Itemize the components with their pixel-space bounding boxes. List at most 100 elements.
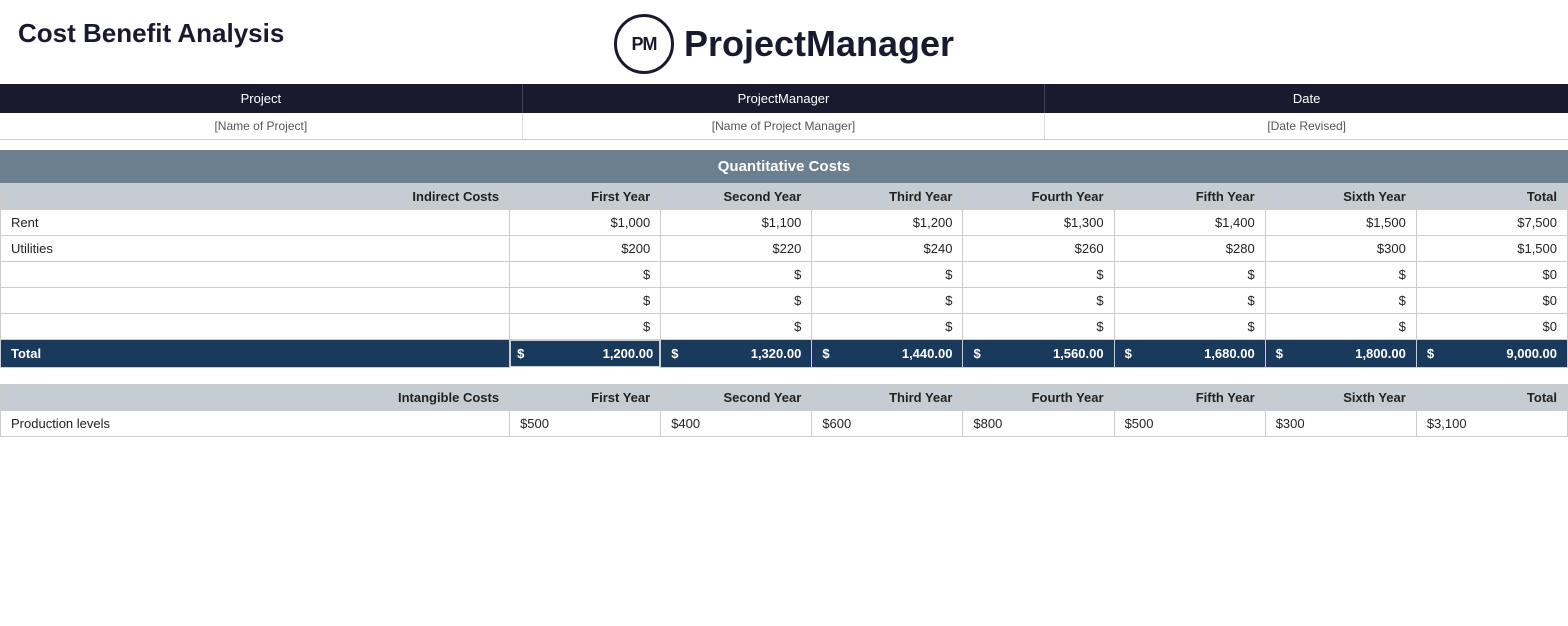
cell-y3: $ (812, 314, 963, 340)
cell-y5: $1,400 (1114, 210, 1265, 236)
col-header-y2: Second Year (661, 184, 812, 210)
total-y4: $1,560.00 (963, 340, 1114, 368)
cell-y2: $ (661, 288, 812, 314)
table-row: Utilities $200 $220 $240 $260 $280 $300 … (1, 236, 1568, 262)
cell-y3: $600 (812, 410, 963, 436)
indirect-costs-header-row: Indirect Costs First Year Second Year Th… (1, 184, 1568, 210)
cell-y4: $ (963, 288, 1114, 314)
indirect-costs-table: Indirect Costs First Year Second Year Th… (0, 183, 1568, 368)
cell-y4: $800 (963, 410, 1114, 436)
total-row: Total $1,200.00 $1,320.00 $1,440.00 $1,5… (1, 340, 1568, 368)
col-header-int-y4: Fourth Year (963, 384, 1114, 410)
cell-y2: $400 (661, 410, 812, 436)
cell-y6: $ (1265, 288, 1416, 314)
row-label (1, 314, 510, 340)
cell-y1: $500 (510, 410, 661, 436)
col-header-int-y1: First Year (510, 384, 661, 410)
total-y6: $1,800.00 (1265, 340, 1416, 368)
cell-y1: $1,000 (510, 210, 661, 236)
col-header-int-y2: Second Year (661, 384, 812, 410)
cell-y1: $ (510, 288, 661, 314)
total-grand: $9,000.00 (1416, 340, 1567, 368)
cell-y1: $200 (510, 236, 661, 262)
row-label (1, 262, 510, 288)
cell-y2: $1,100 (661, 210, 812, 236)
meta-header-project: Project (0, 84, 523, 113)
col-header-y6: Sixth Year (1265, 184, 1416, 210)
col-header-int-y6: Sixth Year (1265, 384, 1416, 410)
cell-y3: $ (812, 262, 963, 288)
cell-y5: $ (1114, 262, 1265, 288)
col-header-total: Total (1416, 184, 1567, 210)
intangible-costs-table: Intangible Costs First Year Second Year … (0, 384, 1568, 437)
total-y5: $1,680.00 (1114, 340, 1265, 368)
cell-y6: $ (1265, 262, 1416, 288)
cell-y6: $300 (1265, 236, 1416, 262)
total-y2: $1,320.00 (661, 340, 812, 368)
row-label: Rent (1, 210, 510, 236)
col-header-int-y3: Third Year (812, 384, 963, 410)
meta-header-date: Date (1045, 84, 1568, 113)
logo-area: PM ProjectManager (614, 14, 954, 74)
cell-y3: $240 (812, 236, 963, 262)
meta-value-date: [Date Revised] (1045, 113, 1568, 139)
cell-total: $0 (1416, 288, 1567, 314)
col-header-intangible: Intangible Costs (1, 384, 510, 410)
cell-y6: $ (1265, 314, 1416, 340)
cell-y1: $ (510, 262, 661, 288)
col-header-y4: Fourth Year (963, 184, 1114, 210)
cell-y4: $1,300 (963, 210, 1114, 236)
total-label: Total (1, 340, 510, 368)
cell-y3: $ (812, 288, 963, 314)
meta-value-pm: [Name of Project Manager] (523, 113, 1046, 139)
cell-y3: $1,200 (812, 210, 963, 236)
row-label (1, 288, 510, 314)
quantitative-costs-section: Quantitative Costs Indirect Costs First … (0, 150, 1568, 368)
col-header-y5: Fifth Year (1114, 184, 1265, 210)
row-label: Utilities (1, 236, 510, 262)
cell-total: $0 (1416, 262, 1567, 288)
logo-circle: PM (614, 14, 674, 74)
table-row: $ $ $ $ $ $ $0 (1, 314, 1568, 340)
meta-header: Project ProjectManager Date (0, 84, 1568, 113)
cell-y5: $ (1114, 288, 1265, 314)
page: Cost Benefit Analysis PM ProjectManager … (0, 0, 1568, 626)
section-title-quantitative: Quantitative Costs (0, 150, 1568, 183)
header: Cost Benefit Analysis PM ProjectManager (0, 0, 1568, 84)
page-title: Cost Benefit Analysis (18, 18, 284, 49)
cell-y6: $1,500 (1265, 210, 1416, 236)
table-row: Production levels $500 $400 $600 $800 $5… (1, 410, 1568, 436)
cell-y5: $ (1114, 314, 1265, 340)
col-header-y3: Third Year (812, 184, 963, 210)
col-header-int-y5: Fifth Year (1114, 384, 1265, 410)
cell-y5: $280 (1114, 236, 1265, 262)
meta-header-pm: ProjectManager (523, 84, 1046, 113)
cell-y4: $ (963, 262, 1114, 288)
cell-total: $3,100 (1416, 410, 1567, 436)
cell-y2: $220 (661, 236, 812, 262)
cell-y4: $ (963, 314, 1114, 340)
table-row: Rent $1,000 $1,100 $1,200 $1,300 $1,400 … (1, 210, 1568, 236)
cell-total: $0 (1416, 314, 1567, 340)
cell-y6: $300 (1265, 410, 1416, 436)
cell-y2: $ (661, 262, 812, 288)
meta-value-project: [Name of Project] (0, 113, 523, 139)
meta-values: [Name of Project] [Name of Project Manag… (0, 113, 1568, 140)
col-header-indirect: Indirect Costs (1, 184, 510, 210)
intangible-costs-section: Intangible Costs First Year Second Year … (0, 384, 1568, 437)
cell-total: $1,500 (1416, 236, 1567, 262)
col-header-int-total: Total (1416, 384, 1567, 410)
cell-total: $7,500 (1416, 210, 1567, 236)
table-row: $ $ $ $ $ $ $0 (1, 262, 1568, 288)
cell-y4: $260 (963, 236, 1114, 262)
total-y1: $1,200.00 (510, 340, 660, 367)
cell-y2: $ (661, 314, 812, 340)
cell-y5: $500 (1114, 410, 1265, 436)
col-header-y1: First Year (510, 184, 661, 210)
total-y3: $1,440.00 (812, 340, 963, 368)
cell-y1: $ (510, 314, 661, 340)
row-label: Production levels (1, 410, 510, 436)
table-row: $ $ $ $ $ $ $0 (1, 288, 1568, 314)
intangible-costs-header-row: Intangible Costs First Year Second Year … (1, 384, 1568, 410)
logo-name: ProjectManager (684, 23, 954, 65)
